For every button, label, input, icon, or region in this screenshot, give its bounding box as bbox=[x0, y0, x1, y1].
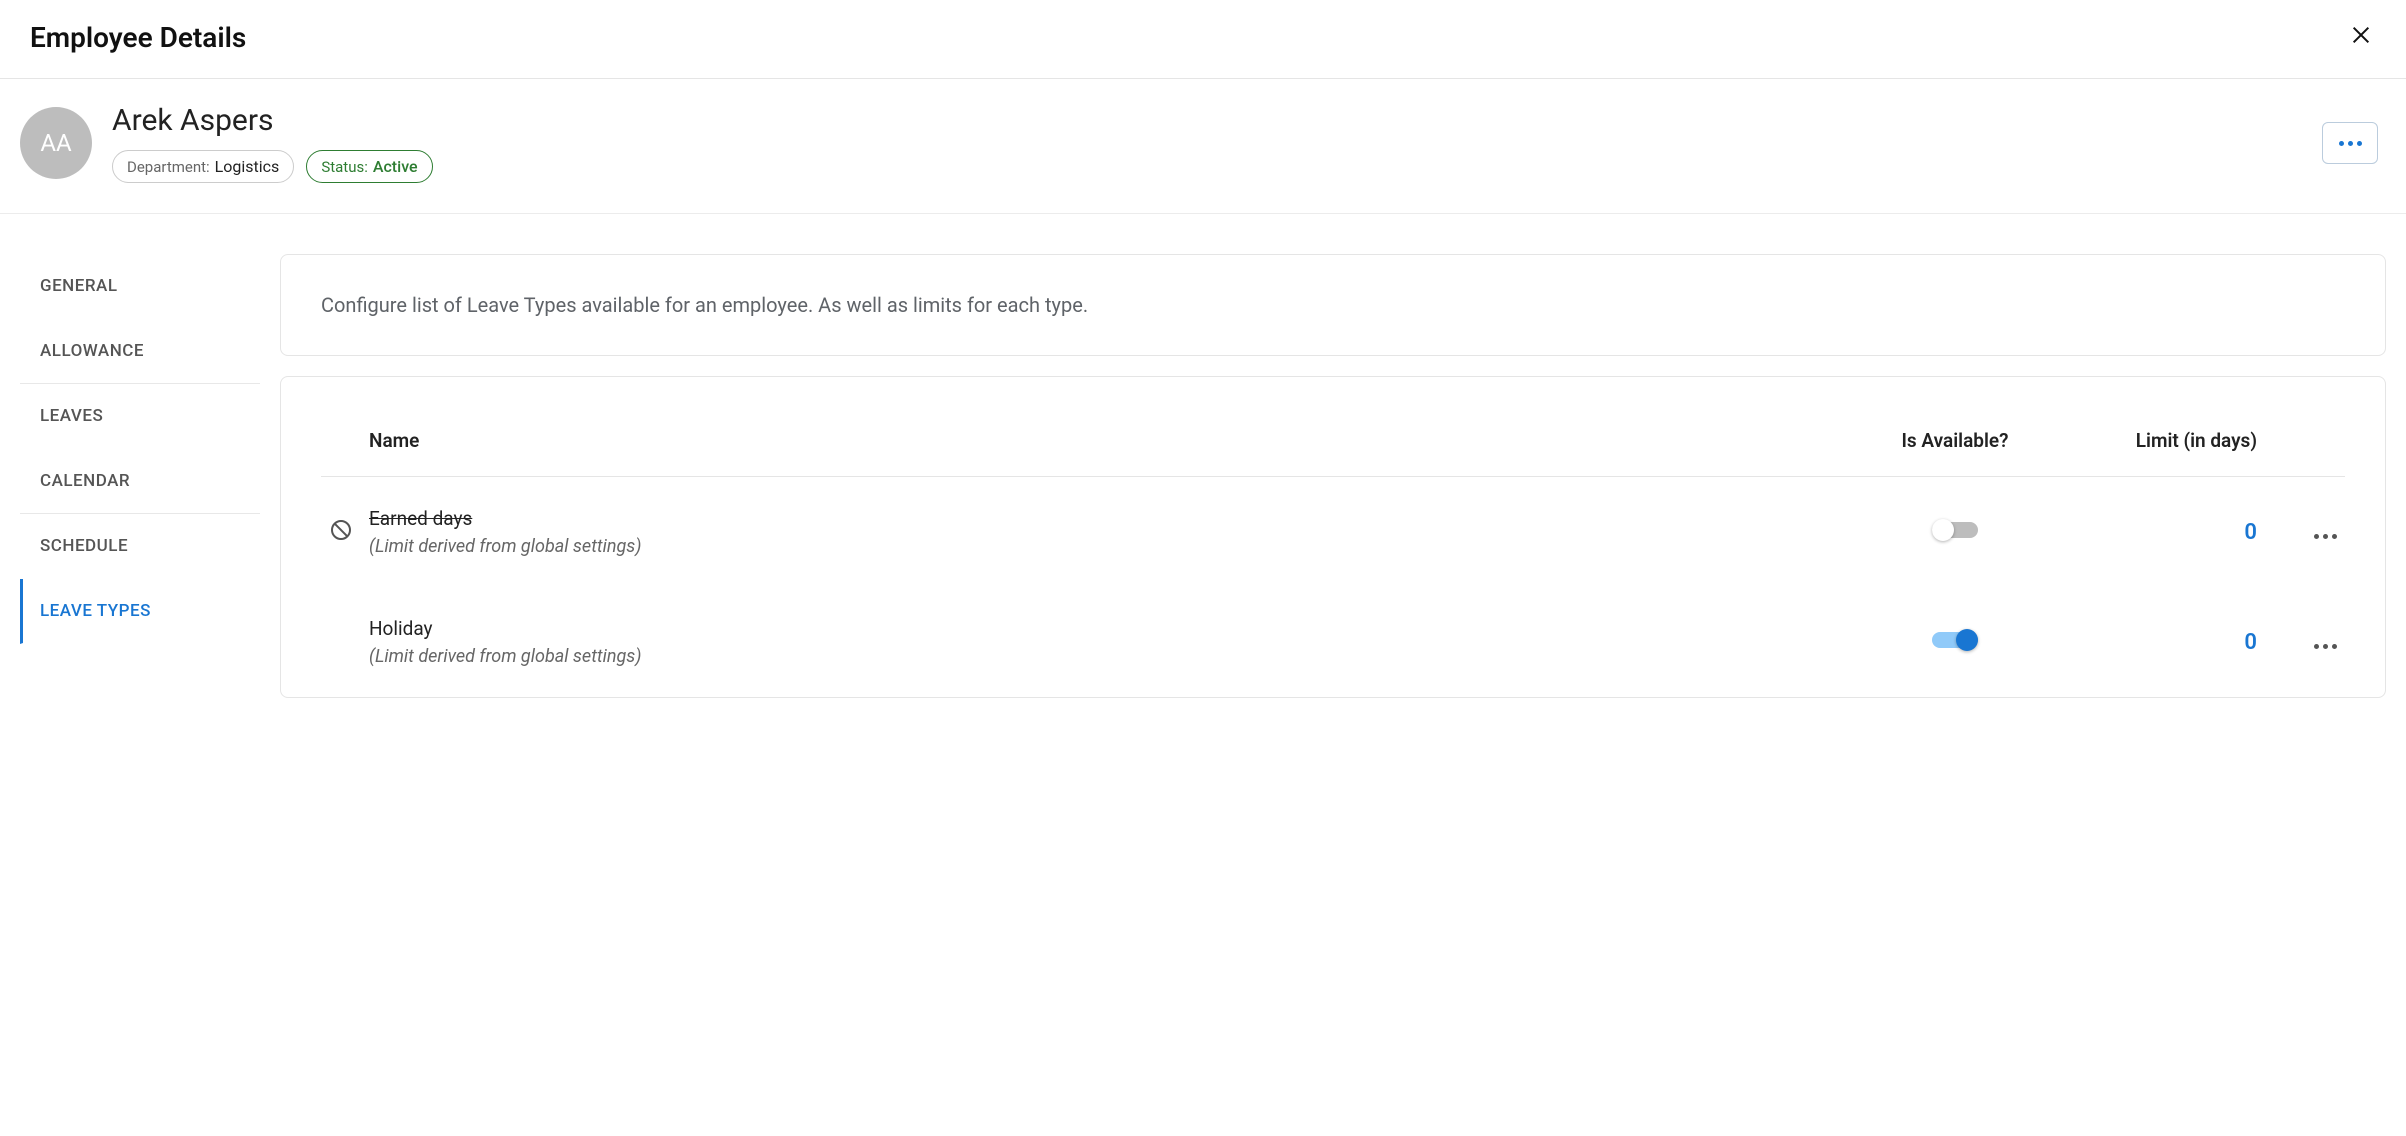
employee-name: Arek Aspers bbox=[112, 103, 2322, 138]
row-limit-cell: 0 bbox=[2045, 587, 2265, 697]
sidebar-tabs: GENERAL ALLOWANCE LEAVES CALENDAR SCHEDU… bbox=[0, 254, 260, 698]
available-toggle[interactable] bbox=[1932, 519, 1978, 541]
tab-schedule[interactable]: SCHEDULE bbox=[20, 514, 260, 579]
row-more-button[interactable] bbox=[2314, 644, 2337, 649]
more-icon bbox=[2314, 534, 2337, 539]
row-available-cell bbox=[1865, 477, 2045, 588]
row-disabled-indicator bbox=[321, 587, 361, 697]
close-icon bbox=[2350, 24, 2372, 46]
avatar: AA bbox=[20, 107, 92, 179]
row-available-cell bbox=[1865, 587, 2045, 697]
more-icon bbox=[2314, 644, 2337, 649]
department-badge: Department: Logistics bbox=[112, 150, 294, 183]
table-row: Earned days (Limit derived from global s… bbox=[321, 477, 2345, 588]
tab-leave-types[interactable]: LEAVE TYPES bbox=[20, 579, 260, 644]
limit-value[interactable]: 0 bbox=[2244, 520, 2257, 545]
limit-value[interactable]: 0 bbox=[2244, 630, 2257, 655]
leave-types-table-card: Name Is Available? Limit (in days) bbox=[280, 376, 2386, 698]
employee-header: AA Arek Aspers Department: Logistics Sta… bbox=[0, 79, 2406, 214]
leave-type-sub: (Limit derived from global settings) bbox=[369, 646, 1857, 667]
row-name-cell: Holiday (Limit derived from global setti… bbox=[361, 587, 1865, 697]
close-button[interactable] bbox=[2346, 18, 2376, 56]
employee-details-modal: Employee Details AA Arek Aspers Departme… bbox=[0, 0, 2406, 1136]
row-action-cell bbox=[2265, 477, 2345, 588]
modal-header: Employee Details bbox=[0, 0, 2406, 79]
description-card: Configure list of Leave Types available … bbox=[280, 254, 2386, 356]
status-badge: Status: Active bbox=[306, 150, 432, 183]
col-actions-header bbox=[2265, 411, 2345, 477]
more-actions-button[interactable] bbox=[2322, 122, 2378, 164]
employee-info: Arek Aspers Department: Logistics Status… bbox=[112, 103, 2322, 183]
row-more-button[interactable] bbox=[2314, 534, 2337, 539]
ban-icon bbox=[329, 518, 353, 542]
content-area: GENERAL ALLOWANCE LEAVES CALENDAR SCHEDU… bbox=[0, 214, 2406, 698]
row-limit-cell: 0 bbox=[2045, 477, 2265, 588]
modal-title: Employee Details bbox=[30, 21, 246, 54]
table-row: Holiday (Limit derived from global setti… bbox=[321, 587, 2345, 697]
leave-type-name: Earned days bbox=[369, 507, 1857, 530]
col-available-header: Is Available? bbox=[1865, 411, 2045, 477]
col-name-header: Name bbox=[361, 411, 1865, 477]
tab-calendar[interactable]: CALENDAR bbox=[20, 449, 260, 514]
row-action-cell bbox=[2265, 587, 2345, 697]
tab-allowance[interactable]: ALLOWANCE bbox=[20, 319, 260, 384]
leave-type-name: Holiday bbox=[369, 617, 1857, 640]
more-icon bbox=[2339, 141, 2362, 146]
row-disabled-indicator bbox=[321, 477, 361, 588]
badges: Department: Logistics Status: Active bbox=[112, 150, 2322, 183]
status-label: Status: bbox=[321, 158, 368, 176]
col-limit-header: Limit (in days) bbox=[2045, 411, 2265, 477]
status-value: Active bbox=[373, 157, 418, 176]
department-label: Department: bbox=[127, 158, 210, 176]
tab-general[interactable]: GENERAL bbox=[20, 254, 260, 319]
leave-types-table: Name Is Available? Limit (in days) bbox=[321, 411, 2345, 697]
leave-type-sub: (Limit derived from global settings) bbox=[369, 536, 1857, 557]
tab-leaves[interactable]: LEAVES bbox=[20, 384, 260, 449]
row-name-cell: Earned days (Limit derived from global s… bbox=[361, 477, 1865, 588]
main-panel: Configure list of Leave Types available … bbox=[260, 254, 2406, 698]
department-value: Logistics bbox=[215, 157, 280, 176]
available-toggle[interactable] bbox=[1932, 629, 1978, 651]
col-icon-header bbox=[321, 411, 361, 477]
